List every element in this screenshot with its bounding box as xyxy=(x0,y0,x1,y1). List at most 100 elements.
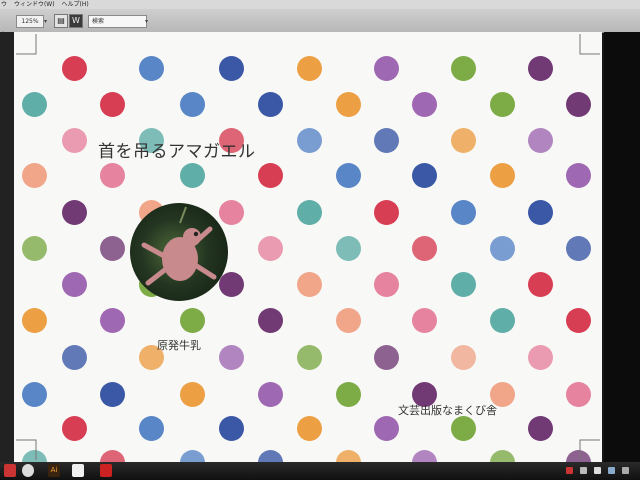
polka-dot xyxy=(528,200,553,225)
polka-dot xyxy=(412,163,437,188)
acrobat-icon[interactable] xyxy=(72,464,84,477)
polka-dot xyxy=(412,92,437,117)
zoom-field[interactable]: 125% xyxy=(16,15,44,28)
polka-dot xyxy=(374,345,399,370)
app-icon[interactable] xyxy=(100,464,112,477)
document-icon[interactable]: ▤ xyxy=(54,14,68,28)
polka-dot xyxy=(451,128,476,153)
tray-icon[interactable] xyxy=(566,467,573,474)
polka-dot xyxy=(139,56,164,81)
polka-dot xyxy=(490,236,515,261)
polka-dot xyxy=(180,163,205,188)
polka-dot xyxy=(374,128,399,153)
book-title[interactable]: 首を吊るアマガエル xyxy=(98,137,256,162)
polka-dot xyxy=(22,163,47,188)
polka-dot xyxy=(374,200,399,225)
illustrator-icon[interactable]: Ai xyxy=(48,464,60,477)
frog-photo[interactable] xyxy=(130,203,228,301)
polka-dot xyxy=(528,56,553,81)
chevron-down-icon[interactable]: ▾ xyxy=(145,18,148,25)
pasteboard-right xyxy=(604,32,640,462)
polka-dot xyxy=(566,92,591,117)
menu-item-window[interactable]: ウィンドウ(W) xyxy=(14,1,55,8)
crop-mark-icon xyxy=(579,439,600,460)
polka-dot xyxy=(219,345,244,370)
polka-dot xyxy=(451,345,476,370)
polka-dot xyxy=(490,163,515,188)
polka-dot xyxy=(297,200,322,225)
polka-dot xyxy=(100,450,125,462)
polka-dot xyxy=(297,56,322,81)
polka-dot xyxy=(22,308,47,333)
polka-dot xyxy=(100,163,125,188)
polka-dot xyxy=(297,272,322,297)
polka-dot xyxy=(219,200,244,225)
polka-dot xyxy=(374,416,399,441)
crop-mark-icon xyxy=(579,34,600,55)
polka-dot xyxy=(219,272,244,297)
crop-mark-icon xyxy=(16,34,37,55)
menu-bar: ウ ウィンドウ(W) ヘルプ(H) xyxy=(0,0,640,9)
polka-dot xyxy=(374,56,399,81)
polka-dot xyxy=(490,92,515,117)
polka-dot xyxy=(219,416,244,441)
polka-dot xyxy=(22,382,47,407)
polka-dot xyxy=(336,382,361,407)
polka-dot xyxy=(22,92,47,117)
polka-dot xyxy=(219,56,244,81)
polka-dot xyxy=(22,236,47,261)
polka-dot xyxy=(258,308,283,333)
author-name[interactable]: 原発牛乳 xyxy=(157,337,201,353)
menu-item-help[interactable]: ヘルプ(H) xyxy=(61,1,88,8)
polka-dot xyxy=(258,450,283,462)
polka-dot xyxy=(258,236,283,261)
publisher-name[interactable]: 文芸出版なまくび舎 xyxy=(398,402,497,418)
polka-dot xyxy=(412,236,437,261)
polka-dot xyxy=(258,92,283,117)
polka-dot xyxy=(528,128,553,153)
app-icon[interactable] xyxy=(4,464,16,477)
polka-dot xyxy=(374,272,399,297)
polka-dot xyxy=(528,345,553,370)
polka-dot xyxy=(180,382,205,407)
polka-dot xyxy=(451,272,476,297)
polka-dot xyxy=(528,416,553,441)
polka-dot xyxy=(100,382,125,407)
polka-dot xyxy=(62,272,87,297)
polka-dot xyxy=(62,416,87,441)
polka-dot xyxy=(100,92,125,117)
polka-dot xyxy=(566,163,591,188)
chrome-icon[interactable] xyxy=(22,464,34,477)
polka-dot xyxy=(297,345,322,370)
polka-dot xyxy=(258,382,283,407)
polka-dot xyxy=(566,236,591,261)
polka-dot xyxy=(180,308,205,333)
mode-toggle-button[interactable]: W xyxy=(69,14,83,28)
polka-dot xyxy=(100,236,125,261)
polka-dot xyxy=(62,128,87,153)
tray-icon[interactable] xyxy=(580,467,587,474)
polka-dot xyxy=(451,416,476,441)
polka-dot xyxy=(566,382,591,407)
chevron-down-icon[interactable]: ▾ xyxy=(44,18,47,25)
polka-dot xyxy=(336,450,361,462)
polka-dot xyxy=(566,308,591,333)
search-input[interactable]: 検索 xyxy=(88,15,147,28)
polka-dot xyxy=(528,272,553,297)
tray-icon[interactable] xyxy=(608,467,615,474)
polka-dot xyxy=(62,345,87,370)
crop-mark-icon xyxy=(16,439,37,460)
pasteboard-left xyxy=(0,32,14,462)
polka-dot xyxy=(336,308,361,333)
tray-icon[interactable] xyxy=(622,467,629,474)
polka-dot xyxy=(62,56,87,81)
polka-dot xyxy=(297,128,322,153)
document-page: 首を吊るアマガエル 原発牛乳 文芸出版なまくび舎 xyxy=(14,32,602,462)
menu-item-truncated[interactable]: ウ xyxy=(1,1,7,8)
polka-dot xyxy=(100,308,125,333)
polka-dot xyxy=(180,92,205,117)
polka-dot xyxy=(180,450,205,462)
polka-dot xyxy=(451,200,476,225)
tray-icon[interactable] xyxy=(594,467,601,474)
polka-dot xyxy=(336,92,361,117)
